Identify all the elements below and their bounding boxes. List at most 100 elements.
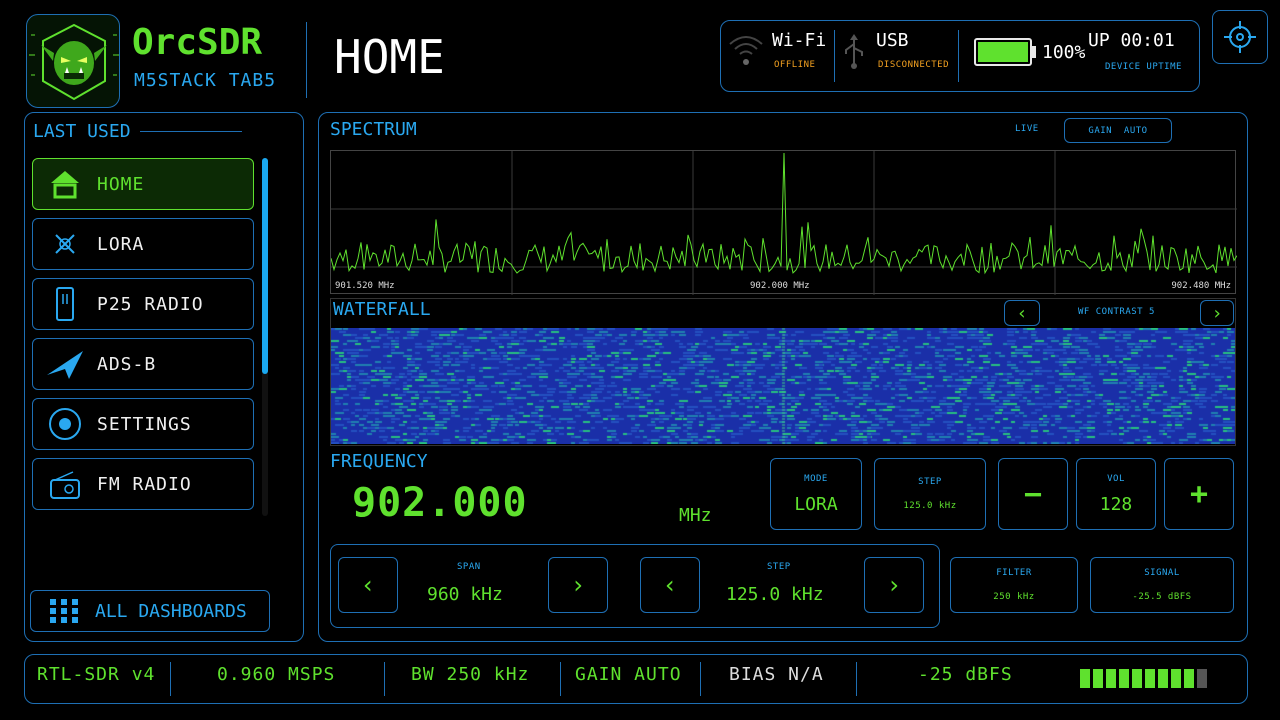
wf-contrast-label: WF CONTRAST 5 bbox=[1078, 307, 1155, 317]
target-button[interactable] bbox=[1212, 10, 1268, 64]
filter-value: 250 kHz bbox=[993, 592, 1035, 602]
filter-label: FILTER bbox=[996, 568, 1032, 578]
plus-label: + bbox=[1189, 476, 1209, 512]
all-dashboards-button[interactable]: ALL DASHBOARDS bbox=[30, 590, 270, 632]
vol-label: VOL bbox=[1107, 473, 1125, 484]
signal-meter-segment bbox=[1093, 669, 1103, 688]
signal-meter-segment bbox=[1145, 669, 1155, 688]
sidebar-item-ads-b[interactable]: ADS-B bbox=[32, 338, 254, 390]
span-label: SPAN bbox=[457, 562, 481, 572]
span-value: 960 kHz bbox=[427, 584, 503, 605]
gain-button[interactable]: GAIN AUTO bbox=[1064, 118, 1172, 143]
all-dashboards-label: ALL DASHBOARDS bbox=[95, 600, 247, 622]
signal-meter bbox=[1080, 669, 1224, 688]
freq-right-label: 902.480 MHz bbox=[1171, 281, 1231, 291]
wifi-state: OFFLINE bbox=[774, 60, 816, 70]
footer-device: RTL-SDR v4 bbox=[37, 664, 156, 685]
signal-display: SIGNAL -25.5 dBFS bbox=[1090, 557, 1234, 613]
crosshair-icon bbox=[1224, 21, 1256, 53]
span-step-panel bbox=[330, 544, 940, 628]
footer-bias: BIAS N/A bbox=[729, 664, 824, 685]
signal-meter-segment bbox=[1158, 669, 1168, 688]
signal-value: -25.5 dBFS bbox=[1132, 592, 1192, 602]
sidebar-item-label: HOME bbox=[97, 173, 145, 195]
sidebar-item-label: P25 RADIO bbox=[97, 293, 204, 315]
settings-icon bbox=[33, 398, 97, 450]
fm-radio-icon bbox=[33, 458, 97, 510]
plane-icon bbox=[33, 338, 97, 390]
grid-icon bbox=[50, 599, 78, 623]
mode-button[interactable]: MODE LORA bbox=[770, 458, 862, 530]
signal-meter-segment bbox=[1132, 669, 1142, 688]
sidebar-item-label: FM RADIO bbox=[97, 473, 192, 495]
signal-meter-segment bbox=[1119, 669, 1129, 688]
volume-down-button[interactable]: − bbox=[998, 458, 1068, 530]
sidebar-item-p25-radio[interactable]: P25 RADIO bbox=[32, 278, 254, 330]
filter-button[interactable]: FILTER 250 kHz bbox=[950, 557, 1078, 613]
volume-display: VOL 128 bbox=[1076, 458, 1156, 530]
lora-icon bbox=[33, 218, 97, 270]
sidebar-item-label: SETTINGS bbox=[97, 413, 192, 435]
usb-icon bbox=[840, 34, 868, 70]
spectrum-plot: 901.520 MHz 902.000 MHz 902.480 MHz bbox=[330, 150, 1238, 295]
waterfall-canvas bbox=[331, 328, 1235, 444]
step-label: STEP bbox=[918, 477, 942, 487]
gain-label: GAIN AUTO bbox=[1088, 125, 1148, 136]
signal-label: SIGNAL bbox=[1144, 568, 1180, 578]
device-name: M5STACK TAB5 bbox=[134, 70, 277, 91]
uptime-label: DEVICE UPTIME bbox=[1105, 62, 1182, 72]
footer-gain: GAIN AUTO bbox=[575, 664, 682, 685]
sidebar-item-home[interactable]: HOME bbox=[32, 158, 254, 210]
footer-rate: 0.960 MSPS bbox=[217, 664, 336, 685]
span-increase-button[interactable]: › bbox=[548, 557, 608, 613]
step-value: 125.0 kHz bbox=[903, 501, 957, 511]
freq-center-label: 902.000 MHz bbox=[750, 281, 810, 291]
mode-label: MODE bbox=[804, 473, 828, 484]
signal-meter-segment bbox=[1184, 669, 1194, 688]
signal-meter-segment bbox=[1106, 669, 1116, 688]
brand-name: OrcSDR bbox=[132, 22, 263, 63]
sidebar-item-settings[interactable]: SETTINGS bbox=[32, 398, 254, 450]
signal-meter-segment bbox=[1171, 669, 1181, 688]
step-increase-button[interactable]: › bbox=[864, 557, 924, 613]
frequency-value[interactable]: 902.000 bbox=[352, 480, 528, 526]
sidebar-item-label: ADS-B bbox=[97, 353, 157, 375]
battery-icon bbox=[974, 38, 1036, 66]
volume-up-button[interactable]: + bbox=[1164, 458, 1234, 530]
waterfall-title: WATERFALL bbox=[333, 299, 431, 320]
step2-label: STEP bbox=[767, 562, 791, 572]
spectrum-title: SPECTRUM bbox=[330, 119, 417, 140]
wifi-label: Wi-Fi bbox=[772, 30, 827, 51]
signal-meter-segment bbox=[1080, 669, 1090, 688]
wf-contrast-down-button[interactable]: ‹ bbox=[1004, 300, 1040, 326]
frequency-unit: MHz bbox=[679, 505, 712, 526]
sidebar-item-lora[interactable]: LORA bbox=[32, 218, 254, 270]
wifi-icon bbox=[726, 30, 766, 70]
vol-value: 128 bbox=[1099, 493, 1133, 515]
usb-label: USB bbox=[876, 30, 909, 51]
wf-contrast-up-button[interactable]: › bbox=[1200, 300, 1234, 326]
sidebar-title: LAST USED bbox=[33, 121, 131, 142]
uptime-value: UP 00:01 bbox=[1088, 30, 1175, 51]
mode-value: LORA bbox=[794, 493, 838, 515]
footer-dbfs: -25 dBFS bbox=[918, 664, 1013, 685]
page-title: HOME bbox=[334, 30, 445, 84]
usb-state: DISCONNECTED bbox=[878, 60, 950, 70]
step2-value: 125.0 kHz bbox=[726, 584, 824, 605]
orc-logo-icon bbox=[26, 14, 120, 108]
sidebar-item-label: LORA bbox=[97, 233, 145, 255]
sidebar-scrollbar[interactable] bbox=[262, 158, 268, 516]
home-icon bbox=[33, 158, 97, 210]
battery-percent: 100% bbox=[1042, 42, 1086, 63]
freq-left-label: 901.520 MHz bbox=[335, 281, 395, 291]
frequency-title: FREQUENCY bbox=[330, 451, 428, 472]
step-button[interactable]: STEP 125.0 kHz bbox=[874, 458, 986, 530]
radio-handheld-icon bbox=[33, 278, 97, 330]
sidebar-item-fm-radio[interactable]: FM RADIO bbox=[32, 458, 254, 510]
footer-bw: BW 250 kHz bbox=[411, 664, 530, 685]
span-decrease-button[interactable]: ‹ bbox=[338, 557, 398, 613]
signal-meter-segment bbox=[1197, 669, 1207, 688]
minus-label: − bbox=[1023, 476, 1043, 512]
step-decrease-button[interactable]: ‹ bbox=[640, 557, 700, 613]
live-indicator: LIVE bbox=[1015, 124, 1039, 134]
